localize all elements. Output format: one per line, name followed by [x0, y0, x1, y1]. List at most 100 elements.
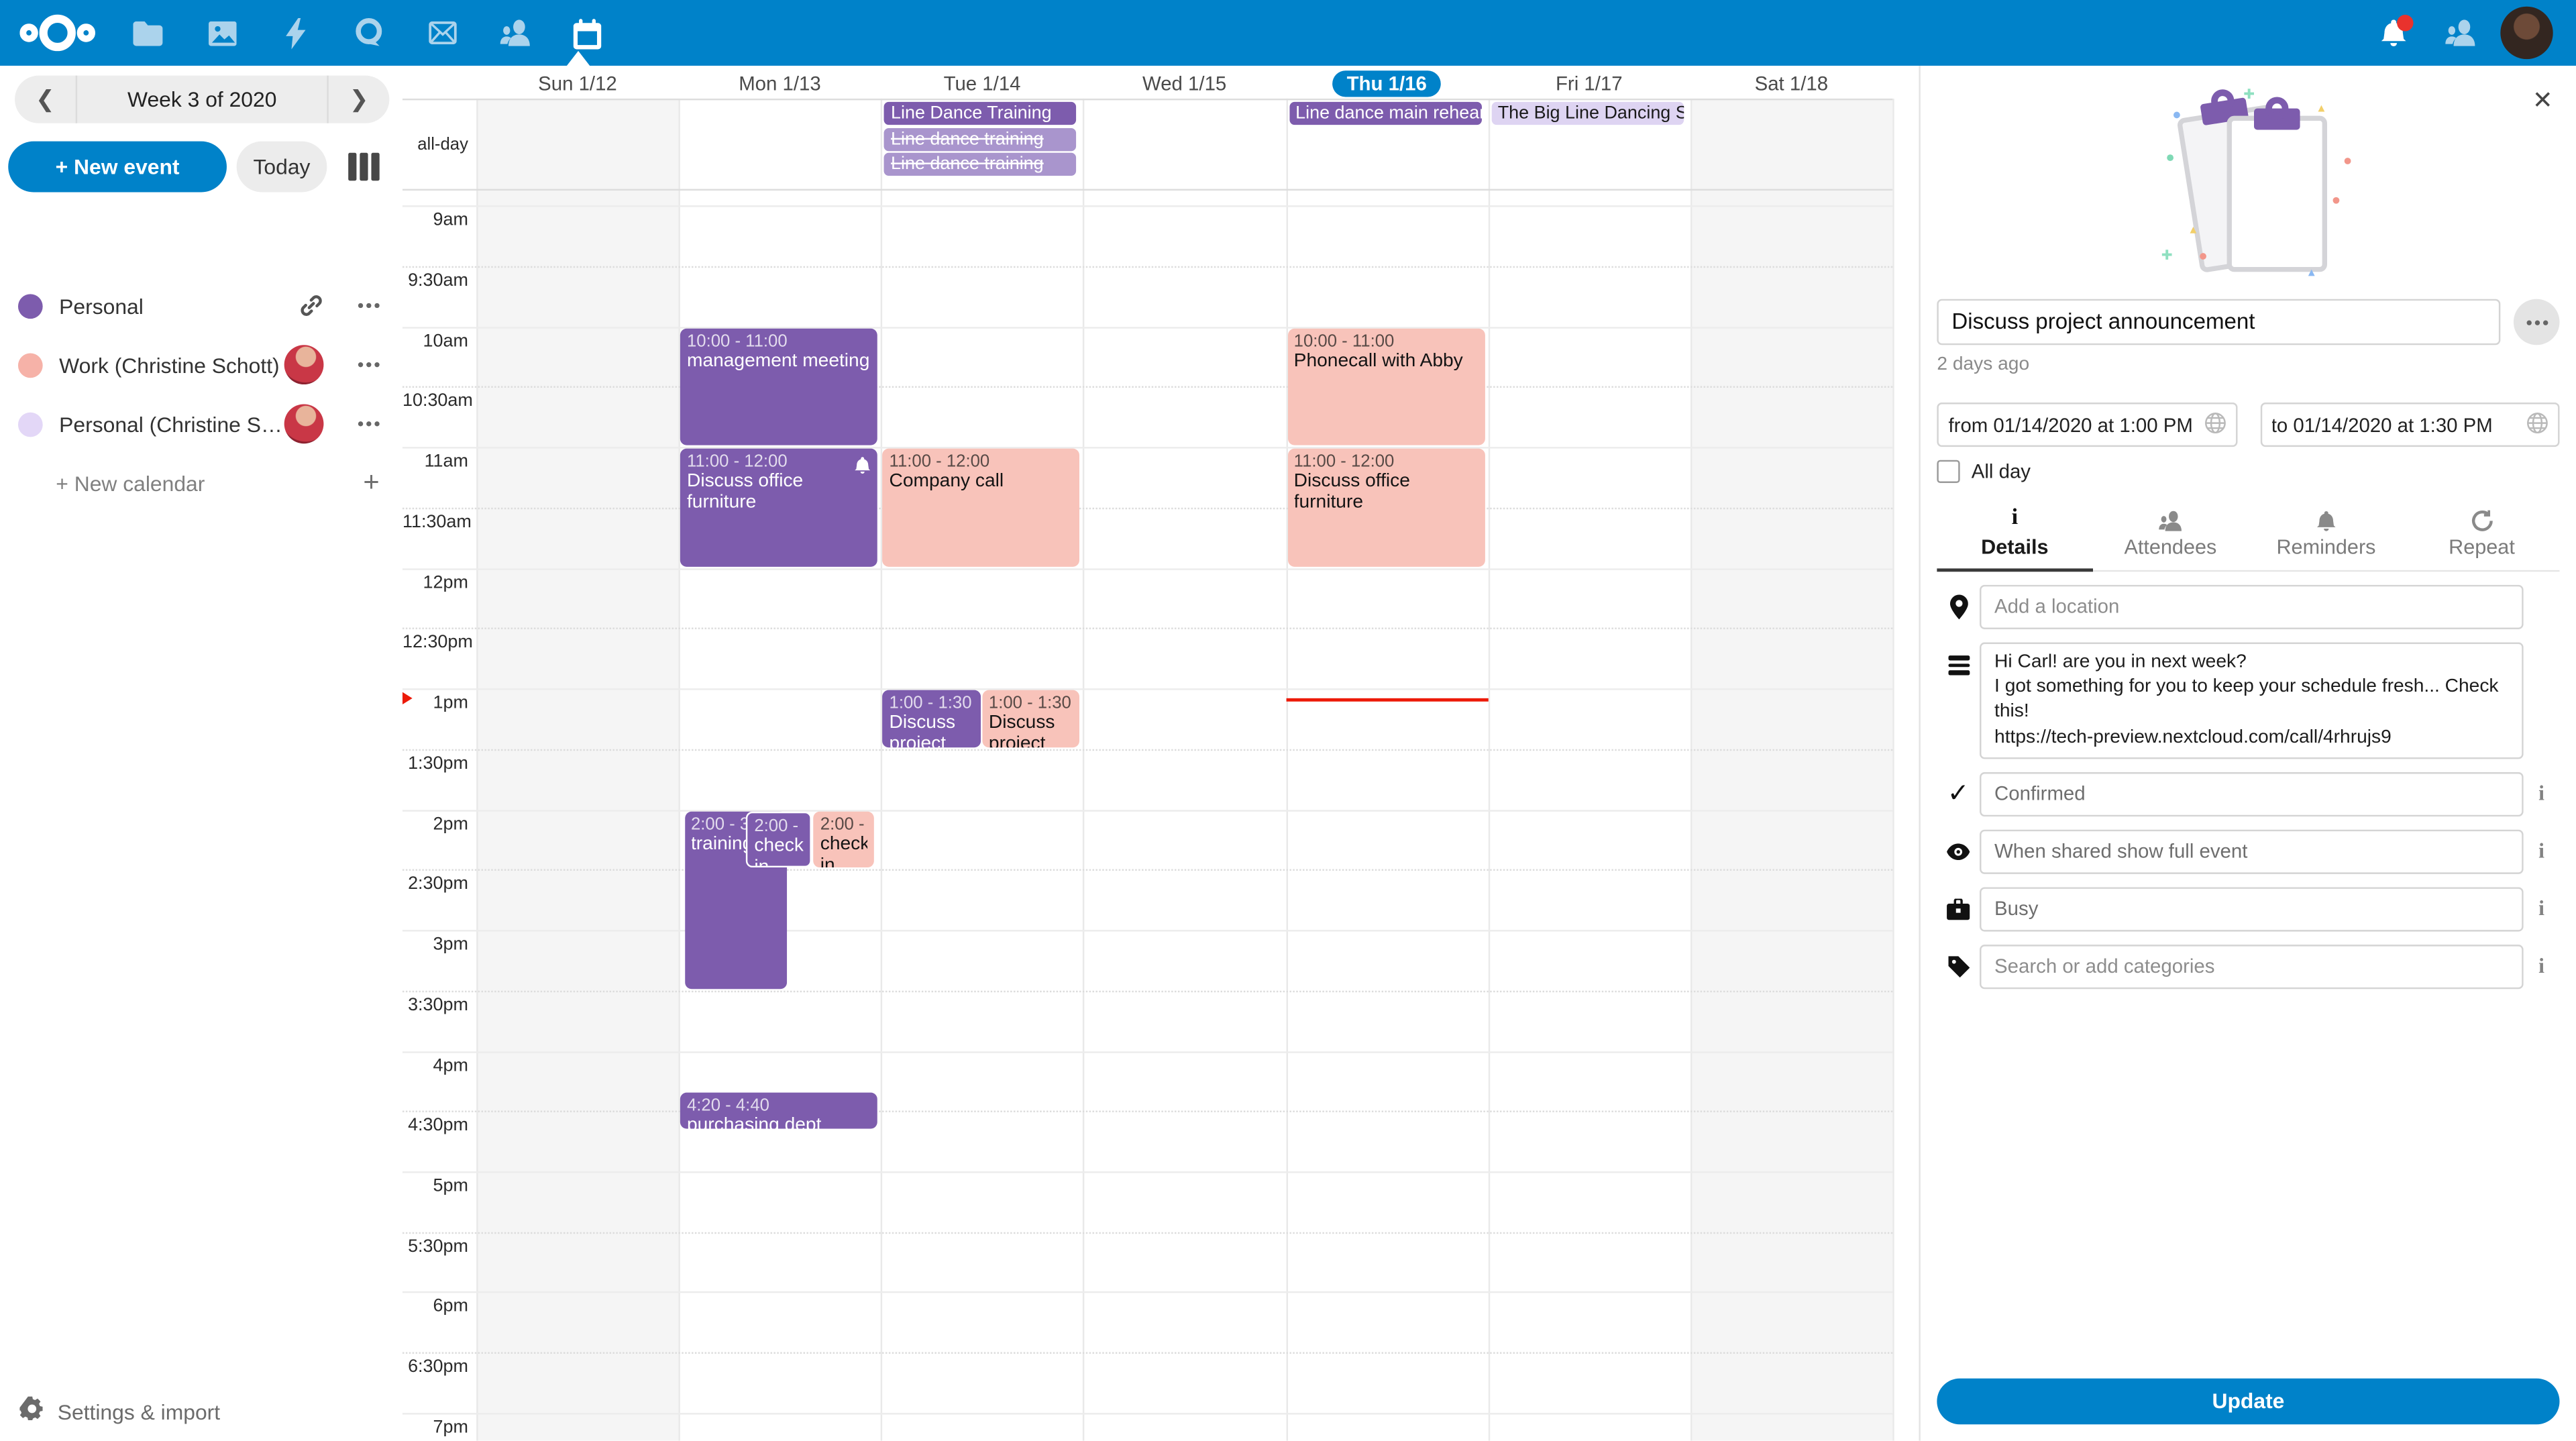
calendar-actions-menu-icon[interactable] [358, 421, 380, 426]
calendar-event[interactable]: 2:00 - 2:30check-in [746, 811, 812, 868]
calendar-list-item[interactable]: Work (Christine Schott) [0, 335, 402, 394]
time-label: 9:30am [402, 271, 468, 290]
all-day-event[interactable]: Line dance training [884, 127, 1077, 150]
week-label[interactable]: Week 3 of 2020 [76, 76, 329, 123]
owner-avatar[interactable] [284, 404, 324, 443]
column-divider [1285, 99, 1287, 1441]
all-day-event[interactable]: Line Dance Training [884, 102, 1077, 125]
day-header[interactable]: Sat 1/18 [1690, 69, 1893, 97]
close-icon[interactable]: ✕ [2532, 85, 2553, 115]
today-pill: Thu 1/16 [1332, 70, 1442, 96]
event-time-label: 4:20 - 4:40 [687, 1096, 871, 1115]
previous-week-button[interactable]: ❮ [15, 85, 76, 113]
all-day-checkbox[interactable] [1937, 460, 1960, 483]
calendar-list-item[interactable]: Personal [0, 276, 402, 335]
mail-app-icon[interactable] [421, 13, 464, 53]
calendar-event[interactable]: 1:00 - 1:30Discuss project [982, 690, 1080, 747]
plus-icon: + [363, 467, 379, 500]
share-link-icon[interactable] [299, 293, 324, 318]
update-button[interactable]: Update [1937, 1379, 2559, 1425]
time-label: 12pm [402, 573, 468, 592]
description-textarea[interactable]: Hi Carl! are you in next week? I got som… [1980, 643, 2524, 759]
calendar-event[interactable]: 10:00 - 11:00management meeting [680, 328, 877, 445]
event-title-input[interactable]: Discuss project announcement [1937, 299, 2500, 345]
time-label: 11am [402, 452, 468, 472]
talk-app-icon[interactable] [347, 13, 390, 53]
tab-details[interactable]: iDetails [1937, 502, 2092, 570]
tab-reminders[interactable]: Reminders [2248, 502, 2404, 570]
visibility-info-icon[interactable]: i [2524, 838, 2560, 864]
event-title-label: Discuss project [989, 713, 1073, 747]
calendar-name-label: Personal (Christine Schott) [59, 411, 289, 436]
settings-import-button[interactable]: Settings & import [19, 1397, 220, 1426]
time-label: 3pm [402, 935, 468, 955]
calendar-event[interactable]: 4:20 - 4:40purchasing dept [680, 1093, 877, 1130]
new-event-button[interactable]: + New event [8, 142, 227, 193]
column-divider [881, 99, 882, 1441]
today-button[interactable]: Today [237, 142, 327, 193]
owner-avatar[interactable] [284, 345, 324, 384]
photos-app-icon[interactable] [201, 13, 244, 53]
location-input[interactable]: Add a location [1980, 585, 2524, 629]
user-avatar[interactable] [2500, 7, 2553, 59]
end-datetime-field[interactable]: to 01/14/2020 at 1:30 PM [2260, 403, 2560, 447]
tab-label: Attendees [2092, 535, 2248, 558]
notifications-bell-icon[interactable] [2372, 13, 2415, 53]
categories-tag-icon [1937, 956, 1980, 977]
start-datetime-field[interactable]: from 01/14/2020 at 1:00 PM [1937, 403, 2237, 447]
tab-attendees[interactable]: Attendees [2092, 502, 2248, 570]
nextcloud-logo-icon[interactable] [16, 13, 98, 53]
next-week-button[interactable]: ❯ [329, 85, 390, 113]
contacts-menu-icon[interactable] [2438, 13, 2481, 53]
calendar-app-icon[interactable] [565, 13, 608, 53]
event-time-label: 2:00 - 2:30 [820, 814, 867, 834]
view-toggle-icon[interactable] [348, 153, 380, 181]
new-calendar-button[interactable]: + New calendar+ [0, 453, 402, 513]
event-actions-menu-button[interactable] [2514, 299, 2560, 345]
categories-info-icon[interactable]: i [2524, 953, 2560, 979]
reminder-bell-icon [855, 453, 871, 483]
freebusy-select[interactable]: Busy [1980, 887, 2524, 931]
calendar-event[interactable]: 11:00 - 12:00Company call [883, 449, 1080, 566]
day-header[interactable]: Thu 1/16 [1285, 69, 1488, 97]
contacts-app-icon[interactable] [493, 13, 536, 53]
editor-tabs: iDetailsAttendeesRemindersRepeat [1937, 502, 2559, 572]
all-day-event[interactable]: Line dance training [884, 153, 1077, 176]
activity-app-icon[interactable] [274, 13, 317, 53]
column-divider [476, 99, 478, 1441]
tab-repeat[interactable]: Repeat [2404, 502, 2559, 570]
top-bar [0, 0, 2576, 66]
status-select[interactable]: Confirmed [1980, 771, 2524, 816]
event-time-label: 1:00 - 1:30 [989, 694, 1073, 713]
last-modified-label: 2 days ago [1937, 355, 2559, 374]
status-info-icon[interactable]: i [2524, 781, 2560, 807]
calendar-event[interactable]: 10:00 - 11:00Phonecall with Abby [1287, 328, 1485, 445]
calendar-event[interactable]: 11:00 - 12:00Discuss office furniture [1287, 449, 1485, 566]
visibility-eye-icon [1937, 843, 1980, 861]
day-header[interactable]: Fri 1/17 [1488, 69, 1690, 97]
calendar-event[interactable]: 1:00 - 1:30Discuss project announcement [883, 690, 981, 747]
all-day-event[interactable]: The Big Line Dancing Show [1491, 102, 1684, 125]
time-label: 1:30pm [402, 754, 468, 773]
timezone-globe-icon[interactable] [2204, 411, 2225, 437]
freebusy-info-icon[interactable]: i [2524, 896, 2560, 922]
visibility-select[interactable]: When shared show full event [1980, 829, 2524, 873]
timezone-globe-icon[interactable] [2527, 411, 2548, 437]
status-check-icon: ✓ [1937, 778, 1980, 810]
event-time-label: 10:00 - 11:00 [687, 331, 871, 351]
calendar-actions-menu-icon[interactable] [358, 303, 380, 308]
calendar-event[interactable]: 11:00 - 12:00Discuss office furniture [680, 449, 877, 566]
attendees-tab-icon [2092, 508, 2248, 533]
files-app-icon[interactable] [127, 13, 170, 53]
nextcloud-calendar-app: ❮ Week 3 of 2020 ❯ + New event Today Per… [0, 0, 2576, 1441]
calendar-list-item[interactable]: Personal (Christine Schott) [0, 394, 402, 453]
calendar-color-dot [18, 352, 43, 377]
day-header[interactable]: Wed 1/15 [1083, 69, 1286, 97]
day-header[interactable]: Mon 1/13 [679, 69, 881, 97]
all-day-event[interactable]: Line dance main rehearsal [1289, 102, 1481, 125]
day-header[interactable]: Sun 1/12 [476, 69, 679, 97]
categories-input[interactable]: Search or add categories [1980, 944, 2524, 988]
day-header[interactable]: Tue 1/14 [881, 69, 1083, 97]
calendar-actions-menu-icon[interactable] [358, 362, 380, 367]
calendar-event[interactable]: 2:00 - 2:30check-in [814, 811, 874, 868]
